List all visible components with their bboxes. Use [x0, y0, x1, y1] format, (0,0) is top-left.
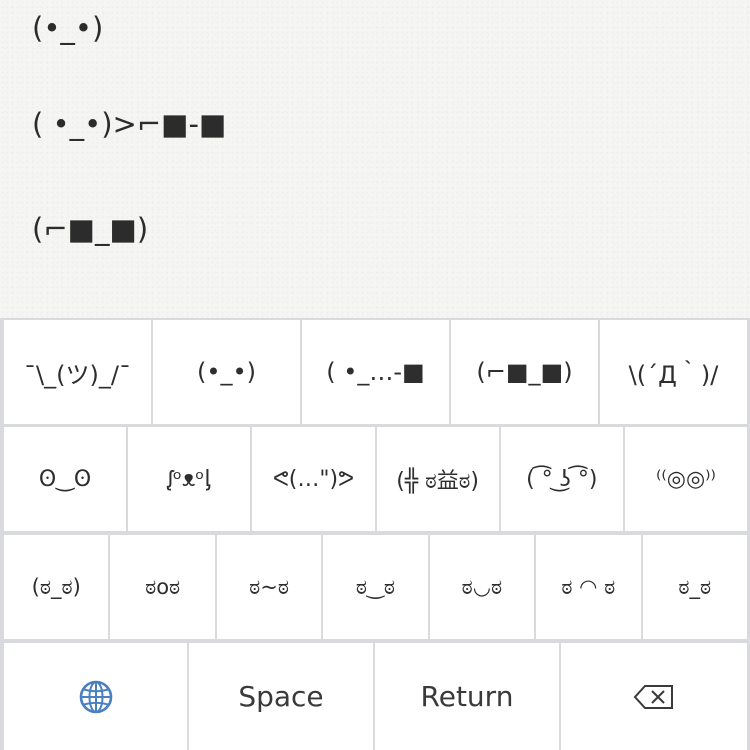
- key-putting-on-glasses[interactable]: ( •_…-■: [302, 320, 449, 424]
- key-label: (╬ ಠ益ಠ): [396, 469, 479, 494]
- return-button[interactable]: Return: [375, 643, 559, 750]
- key-label: ಠ◡ಠ: [461, 574, 503, 599]
- globe-icon: [79, 680, 112, 713]
- text-line-2: ( •_•)>⌐■-■: [32, 107, 227, 141]
- key-sunglasses[interactable]: (⌐■_■): [451, 320, 598, 424]
- key-label: ಠoಠ: [145, 574, 181, 599]
- key-label: ( •_…-■: [326, 358, 425, 386]
- key-happy-eyes[interactable]: ʘ‿ʘ: [4, 427, 127, 531]
- key-label: ಠ‿ಠ: [355, 574, 396, 599]
- text-area[interactable]: (•_•) ( •_•)>⌐■-■ (⌐■_■): [0, 0, 750, 318]
- key-disapproval-curve[interactable]: ಠ◡ಠ: [429, 535, 535, 639]
- keyboard-row-3: (ಠ_ಠ) ಠoಠ ಠ~ಠ ಠ‿ಠ ಠ◡ಠ ಠ ◠ ಠ ಠ_ಠ: [0, 535, 750, 639]
- emoticon-keyboard: ¯\_(ツ)_/¯ (•_•) ( •_…-■ (⌐■_■) \(´Д｀)/ ʘ…: [0, 318, 750, 750]
- text-line-1: (•_•): [32, 11, 104, 45]
- key-disapproval[interactable]: ಠ_ಠ: [642, 535, 747, 639]
- key-shrug[interactable]: ¯\_(ツ)_/¯: [4, 320, 151, 424]
- key-label: ⁽⁽◎◎⁾⁾: [655, 466, 716, 492]
- key-label: ( ͡° ͜ʖ ͡°): [526, 466, 598, 492]
- key-bear[interactable]: ᶘᵒᴥᵒᶅ: [128, 427, 251, 531]
- space-label: Space: [238, 680, 324, 713]
- key-label: ᶘᵒᴥᵒᶅ: [167, 467, 211, 492]
- key-disapproval-paren[interactable]: (ಠ_ಠ): [4, 535, 109, 639]
- delete-button[interactable]: [561, 643, 747, 750]
- key-label: (•_•): [196, 358, 257, 386]
- key-label: ಠ_ಠ: [678, 574, 712, 599]
- key-label: ʘ‿ʘ: [38, 466, 92, 492]
- keyboard-row-1: ¯\_(ツ)_/¯ (•_•) ( •_…-■ (⌐■_■) \(´Д｀)/: [0, 320, 750, 424]
- key-disapproval-smile[interactable]: ಠ‿ಠ: [323, 535, 428, 639]
- keyboard-row-2: ʘ‿ʘ ᶘᵒᴥᵒᶅ ᕙ(…")ᕗ (╬ ಠ益ಠ) ( ͡° ͜ʖ ͡°) ⁽⁽◎…: [0, 427, 750, 531]
- key-look[interactable]: (•_•): [153, 320, 300, 424]
- key-lenny[interactable]: ( ͡° ͜ʖ ͡°): [500, 427, 623, 531]
- key-label: ¯\_(ツ)_/¯: [24, 360, 131, 389]
- text-line-3: (⌐■_■): [32, 212, 149, 246]
- key-label: ಠ~ಠ: [249, 574, 289, 599]
- key-label: ಠ ◠ ಠ: [561, 574, 616, 599]
- key-disapproval-o[interactable]: ಠoಠ: [110, 535, 215, 639]
- key-shout[interactable]: \(´Д｀)/: [600, 320, 747, 424]
- key-label: ᕙ(…")ᕗ: [272, 466, 355, 492]
- keyboard-row-4: Space Return: [0, 643, 750, 750]
- key-angry[interactable]: (╬ ಠ益ಠ): [376, 427, 499, 531]
- return-label: Return: [420, 680, 514, 713]
- key-disapproval-tilde[interactable]: ಠ~ಠ: [216, 535, 322, 639]
- key-label: \(´Д｀)/: [628, 360, 719, 389]
- backspace-icon: [633, 684, 673, 709]
- key-label: (ಠ_ಠ): [31, 574, 81, 599]
- space-button[interactable]: Space: [189, 643, 373, 750]
- key-wide-eyes[interactable]: ⁽⁽◎◎⁾⁾: [624, 427, 748, 531]
- key-label: (⌐■_■): [476, 358, 573, 386]
- key-disapproval-frown[interactable]: ಠ ◠ ಠ: [536, 535, 641, 639]
- key-flex[interactable]: ᕙ(…")ᕗ: [252, 427, 375, 531]
- globe-button[interactable]: [4, 643, 187, 750]
